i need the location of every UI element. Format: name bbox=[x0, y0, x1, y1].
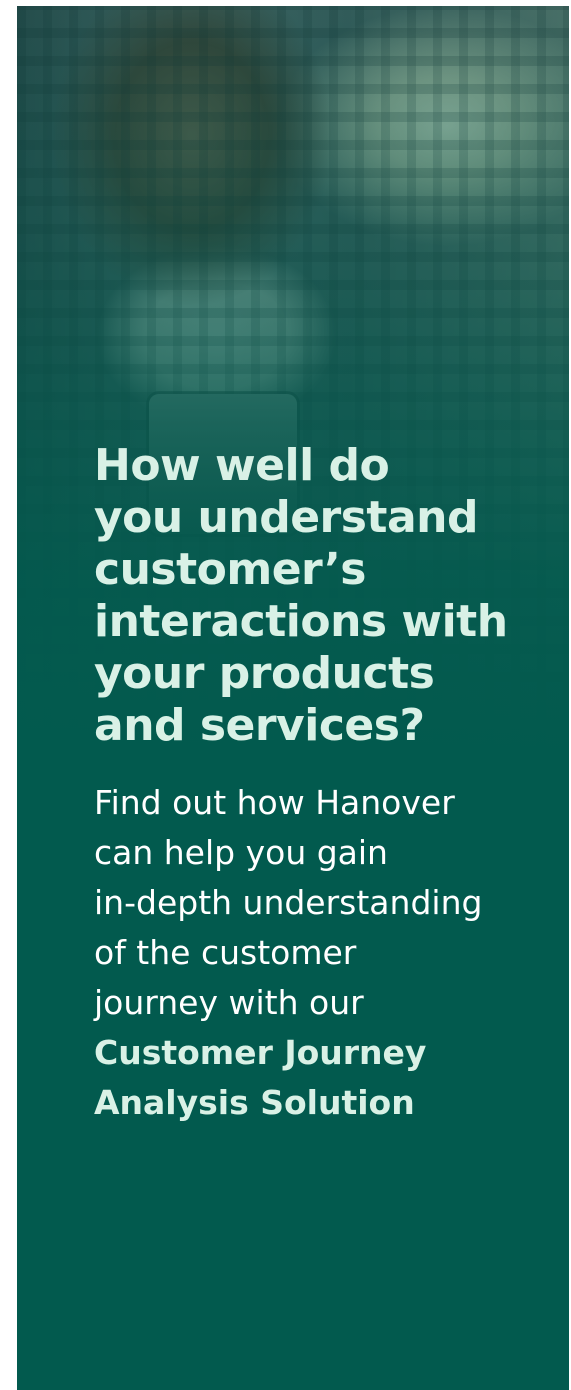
banner-body: Find out how Hanover can help you gain i… bbox=[94, 778, 554, 1128]
solution-name-link[interactable]: Customer Journey Analysis Solution bbox=[94, 1028, 554, 1128]
banner-headline: How well do you understand customer’s in… bbox=[94, 440, 508, 751]
promo-banner[interactable]: How well do you understand customer’s in… bbox=[17, 6, 569, 1390]
banner-content: How well do you understand customer’s in… bbox=[94, 440, 554, 1128]
banner-body-text: Find out how Hanover can help you gain i… bbox=[94, 783, 483, 1022]
